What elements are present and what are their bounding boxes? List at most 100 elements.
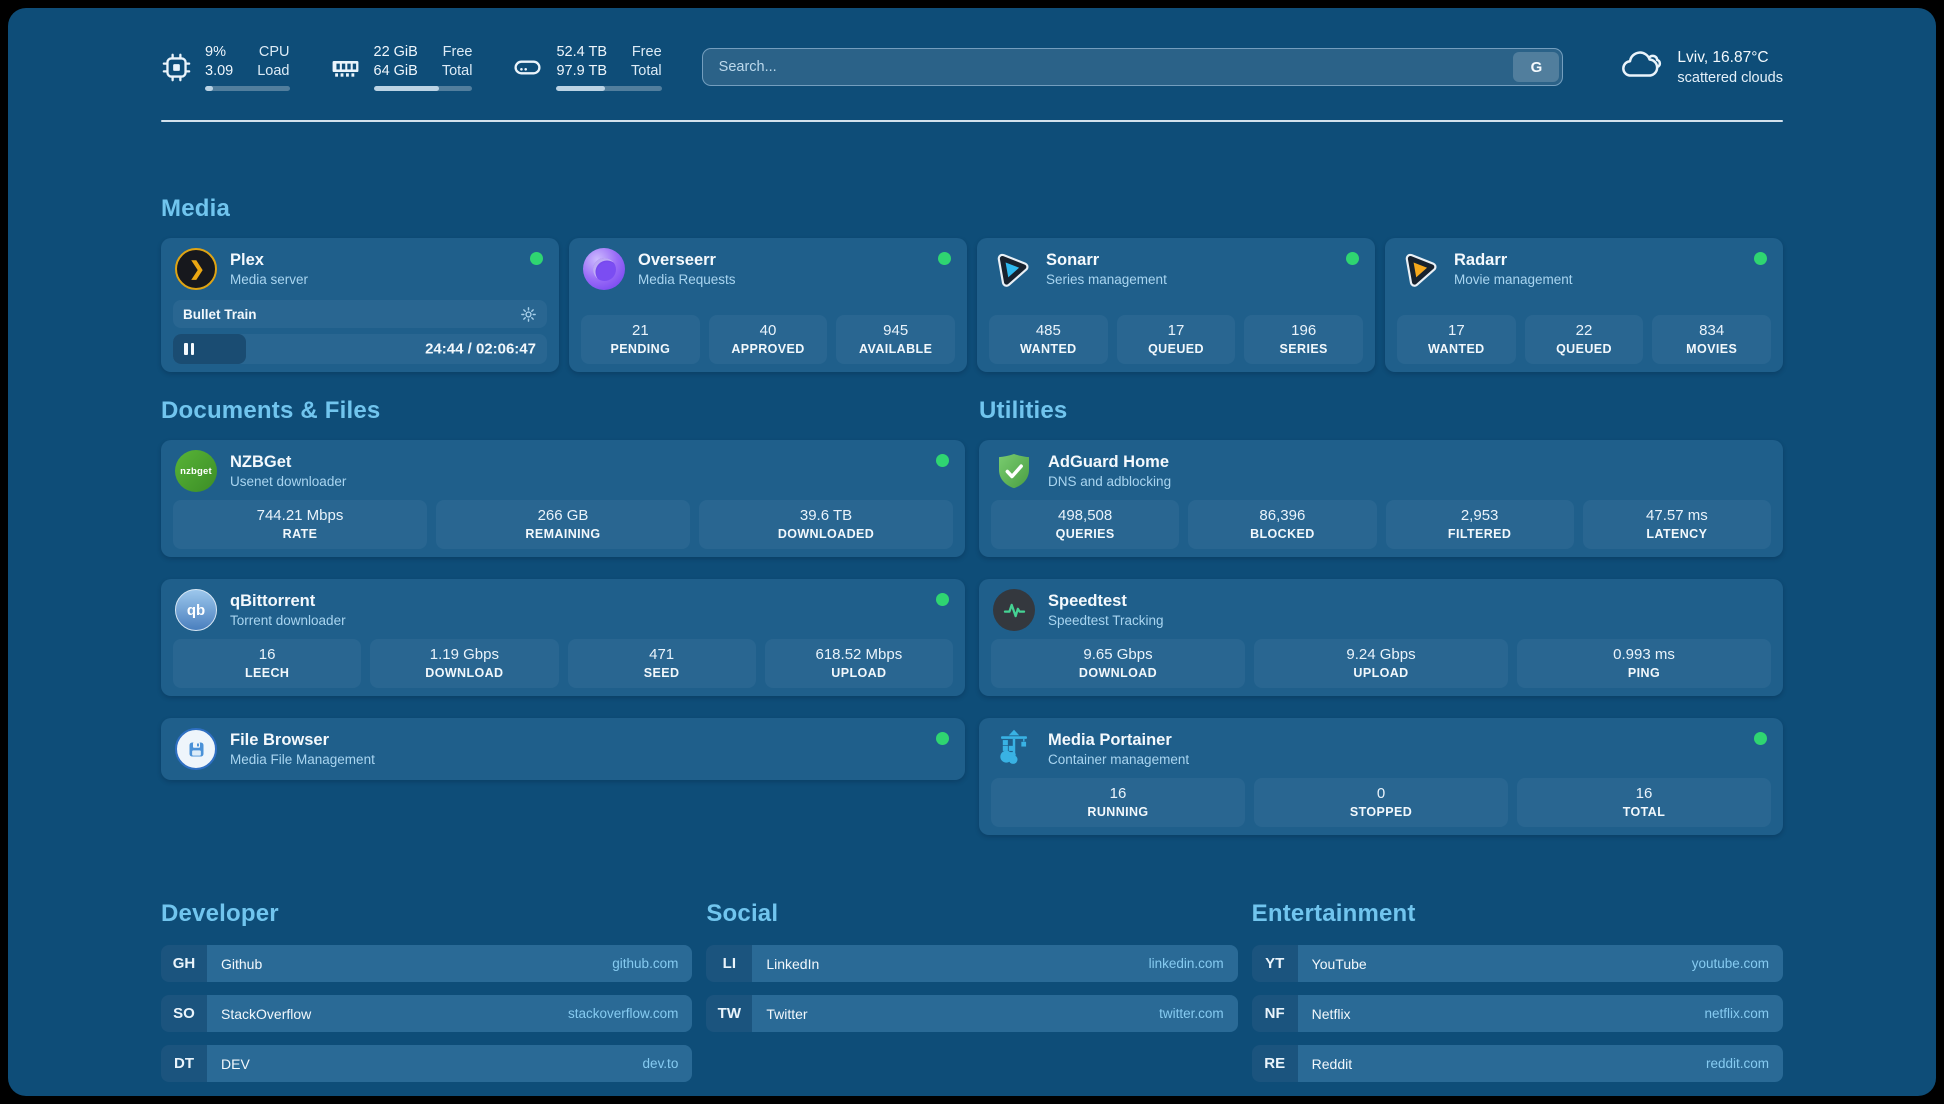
bookmark-group-title: Developer <box>161 899 692 929</box>
service-card-sonarr[interactable]: Sonarr Series management 485 WANTED 17 Q… <box>977 238 1375 372</box>
weather-location-temp: Lviv, 16.87°C <box>1677 47 1783 68</box>
stat-tile-label: MOVIES <box>1656 341 1767 358</box>
stat-tile: 1.19 Gbps DOWNLOAD <box>370 639 558 688</box>
stat-labels: FreeTotal <box>631 43 662 81</box>
stat-tile-label: WANTED <box>993 341 1104 358</box>
stat-tile-label: PENDING <box>585 341 696 358</box>
qbittorrent-icon: qb <box>175 589 217 631</box>
service-card-radarr[interactable]: Radarr Movie management 17 WANTED 22 QUE… <box>1385 238 1783 372</box>
bookmark-url: youtube.com <box>1692 956 1769 971</box>
service-description: Usenet downloader <box>230 473 346 491</box>
stat-tile: 47.57 ms LATENCY <box>1583 500 1771 549</box>
stat-tile-value: 16 <box>995 784 1241 803</box>
service-name: Plex <box>230 250 308 271</box>
bookmark-link-netflix[interactable]: NF Netflix netflix.com <box>1252 995 1783 1032</box>
stat-tile: 22 QUEUED <box>1525 315 1644 364</box>
service-name: qBittorrent <box>230 591 346 612</box>
dashboard-screen: 9%3.09 CPULoad 22 GiB64 GiB FreeTotal 52… <box>8 8 1936 1096</box>
service-card-header: Speedtest Speedtest Tracking <box>991 587 1771 633</box>
plex-icon: ❯ <box>175 248 217 290</box>
stat-tile: 86,396 BLOCKED <box>1188 500 1376 549</box>
stat-labels: FreeTotal <box>442 43 473 81</box>
settings-gear-icon[interactable] <box>520 306 537 323</box>
stat-tile-label: RATE <box>177 526 423 543</box>
service-text: AdGuard Home DNS and adblocking <box>1048 452 1171 491</box>
portainer-icon <box>993 728 1035 770</box>
service-description: DNS and adblocking <box>1048 473 1171 491</box>
stat-label-primary: Free <box>632 43 662 62</box>
service-description: Media Requests <box>638 271 736 289</box>
player-progress-bar[interactable]: 24:44 / 02:06:47 <box>173 334 547 364</box>
service-description: Media File Management <box>230 751 375 769</box>
stat-tile-label: STOPPED <box>1258 804 1504 821</box>
stat-tile-value: 485 <box>993 321 1104 340</box>
stats-row: 744.21 Mbps RATE 266 GB REMAINING 39.6 T… <box>173 500 953 549</box>
stat-tile-value: 744.21 Mbps <box>177 506 423 525</box>
stat-tile-value: 17 <box>1121 321 1232 340</box>
stat-label-secondary: Total <box>442 62 473 81</box>
status-online-dot <box>936 732 949 745</box>
bookmark-link-linkedin[interactable]: LI LinkedIn linkedin.com <box>706 945 1237 982</box>
stat-progress-track <box>205 86 290 91</box>
stat-label-secondary: Total <box>631 62 662 81</box>
service-card-media-portainer[interactable]: Media Portainer Container management 16 … <box>979 718 1783 835</box>
stat-tile-label: BLOCKED <box>1192 526 1372 543</box>
disk-icon <box>512 52 543 83</box>
stat-tile: 9.65 Gbps DOWNLOAD <box>991 639 1245 688</box>
stat-labels: CPULoad <box>257 43 289 81</box>
stat-tile-value: 945 <box>840 321 951 340</box>
stat-values: 9%3.09 <box>205 43 233 81</box>
search-provider-button[interactable]: G <box>1513 52 1559 82</box>
stat-tile: 196 SERIES <box>1244 315 1363 364</box>
stat-tile-value: 834 <box>1656 321 1767 340</box>
service-description: Speedtest Tracking <box>1048 612 1164 630</box>
stats-row: 16 RUNNING 0 STOPPED 16 TOTAL <box>991 778 1771 827</box>
service-card-body: 16 RUNNING 0 STOPPED 16 TOTAL <box>991 778 1771 827</box>
pause-button[interactable] <box>184 343 194 355</box>
service-card-header: AdGuard Home DNS and adblocking <box>991 448 1771 494</box>
bookmark-link-github[interactable]: GH Github github.com <box>161 945 692 982</box>
search-input[interactable] <box>702 48 1564 86</box>
service-card-overseerr[interactable]: Overseerr Media Requests 21 PENDING 40 A… <box>569 238 967 372</box>
stat-tile-value: 21 <box>585 321 696 340</box>
bookmark-link-dev[interactable]: DT DEV dev.to <box>161 1045 692 1082</box>
service-name: File Browser <box>230 730 375 751</box>
bookmark-link-twitter[interactable]: TW Twitter twitter.com <box>706 995 1237 1032</box>
ram-icon <box>330 52 361 83</box>
stat-tile-label: REMAINING <box>440 526 686 543</box>
stat-tile: 945 AVAILABLE <box>836 315 955 364</box>
service-card-body: 21 PENDING 40 APPROVED 945 AVAILABLE <box>581 309 955 364</box>
service-card-speedtest[interactable]: Speedtest Speedtest Tracking 9.65 Gbps D… <box>979 579 1783 696</box>
sonarr-icon <box>991 248 1033 290</box>
bookmark-abbr: SO <box>161 995 207 1032</box>
bookmark-link-youtube[interactable]: YT YouTube youtube.com <box>1252 945 1783 982</box>
service-name: NZBGet <box>230 452 346 473</box>
stat-tile-value: 498,508 <box>995 506 1175 525</box>
weather-widget: Lviv, 16.87°C scattered clouds <box>1617 47 1783 88</box>
bookmark-name: Github <box>221 956 262 972</box>
bookmark-rows: LI LinkedIn linkedin.com TW Twitter twit… <box>706 945 1237 1032</box>
service-description: Media server <box>230 271 308 289</box>
stat-tile: 21 PENDING <box>581 315 700 364</box>
service-card-nzbget[interactable]: nzbget NZBGet Usenet downloader 744.21 M… <box>161 440 965 557</box>
stat-tile-label: WANTED <box>1401 341 1512 358</box>
bookmark-link-stackoverflow[interactable]: SO StackOverflow stackoverflow.com <box>161 995 692 1032</box>
service-name: Speedtest <box>1048 591 1164 612</box>
bookmark-url: linkedin.com <box>1149 956 1224 971</box>
service-card-header: Sonarr Series management <box>989 246 1363 292</box>
stat-tile: 0.993 ms PING <box>1517 639 1771 688</box>
stat-tile-value: 266 GB <box>440 506 686 525</box>
bookmark-link-reddit[interactable]: RE Reddit reddit.com <box>1252 1045 1783 1082</box>
service-card-qbittorrent[interactable]: qb qBittorrent Torrent downloader 16 LEE… <box>161 579 965 696</box>
bookmark-abbr: YT <box>1252 945 1298 982</box>
service-card-plex[interactable]: ❯ Plex Media server Bullet Train 24:44 /… <box>161 238 559 372</box>
service-card-adguard-home[interactable]: AdGuard Home DNS and adblocking 498,508 … <box>979 440 1783 557</box>
bookmark-abbr: TW <box>706 995 752 1032</box>
stat-tile: 17 WANTED <box>1397 315 1516 364</box>
service-card-body: 17 WANTED 22 QUEUED 834 MOVIES <box>1397 309 1771 364</box>
stat-tile: 744.21 Mbps RATE <box>173 500 427 549</box>
media-card-grid: ❯ Plex Media server Bullet Train 24:44 /… <box>161 238 1783 372</box>
stat-tile-label: LEECH <box>177 665 357 682</box>
speedtest-icon <box>993 589 1035 631</box>
service-card-file-browser[interactable]: File Browser Media File Management <box>161 718 965 780</box>
